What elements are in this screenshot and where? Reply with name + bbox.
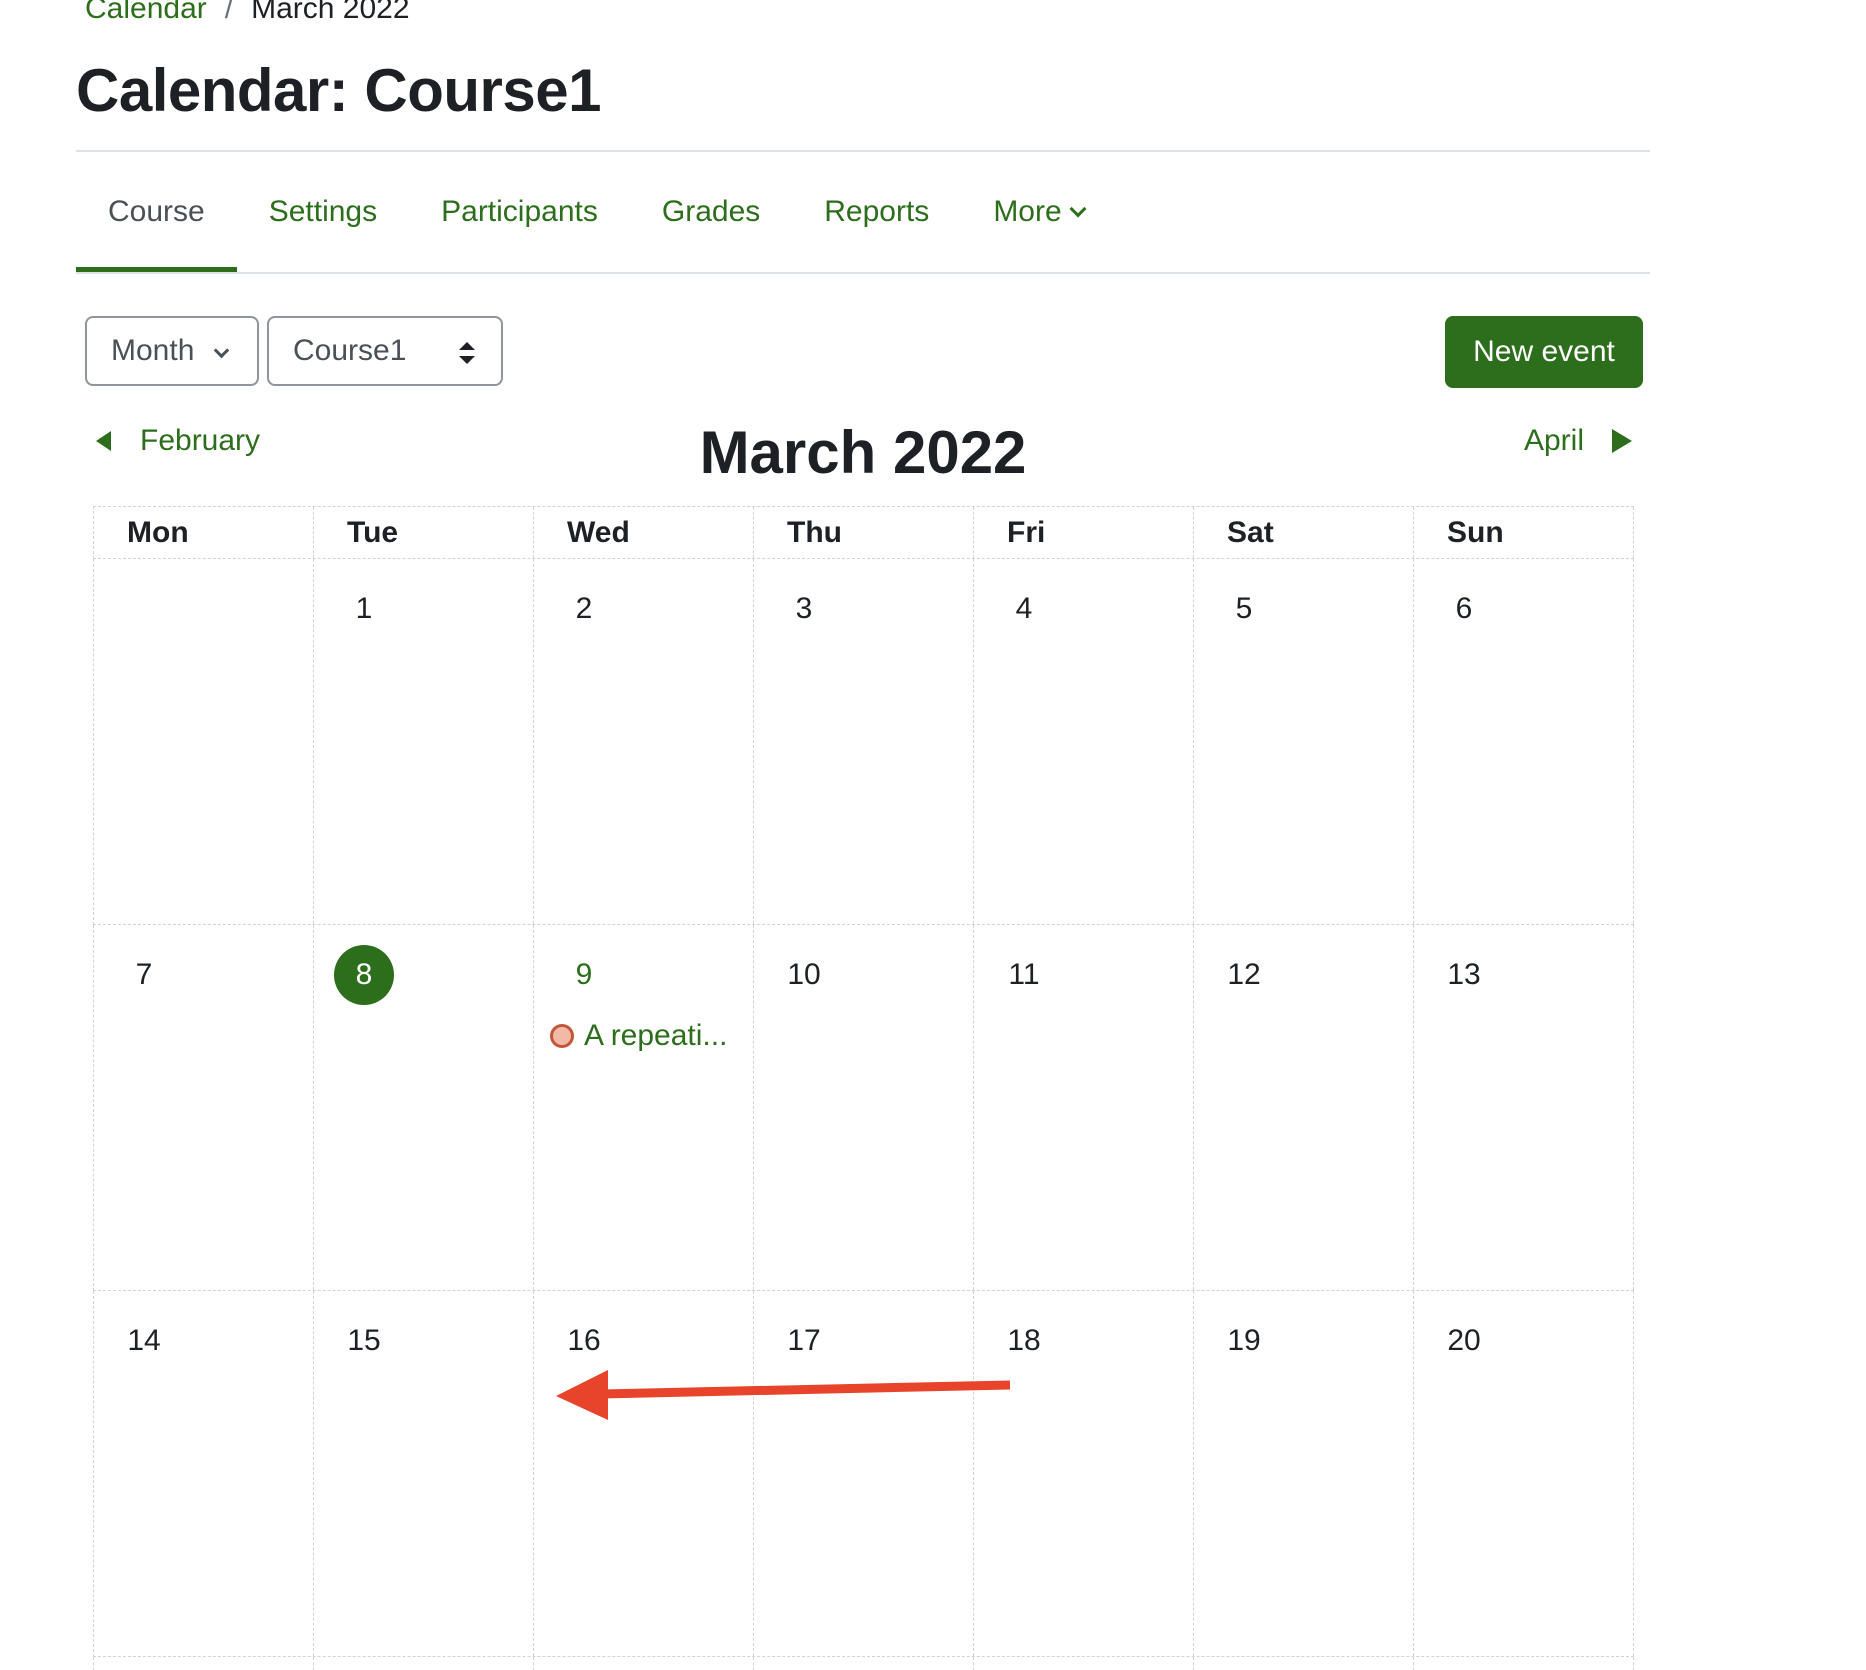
day-number: 19 [1227, 1324, 1261, 1357]
calendar-week-row: 1 2 3 4 5 6 [93, 559, 1634, 925]
view-select-value: Month [111, 334, 195, 367]
secondary-navigation: Course Settings Participants Grades Repo… [76, 186, 1116, 274]
day-number: 1 [355, 592, 373, 625]
day-of-week-header: Wed [534, 507, 754, 558]
page-title: Calendar: Course1 [76, 57, 602, 124]
day-of-week-header: Tue [314, 507, 534, 558]
calendar-week-row-partial [93, 1657, 1634, 1670]
day-cell[interactable]: 3 [754, 559, 974, 924]
day-number: 12 [1227, 958, 1261, 991]
course-select-value: Course1 [293, 334, 407, 367]
day-cell[interactable]: 12 [1194, 925, 1414, 1290]
tab-course[interactable]: Course [76, 186, 237, 272]
day-cell[interactable]: 17 [754, 1291, 974, 1656]
day-of-week-header: Fri [974, 507, 1194, 558]
nav-divider [76, 272, 1650, 274]
tab-participants-label: Participants [441, 195, 598, 228]
day-cell[interactable]: 10 [754, 925, 974, 1290]
tab-settings-label: Settings [268, 195, 378, 228]
day-number-link[interactable]: 9 [554, 945, 614, 1005]
day-cell-empty [94, 559, 314, 924]
event-title: A repeati... [584, 1019, 728, 1052]
day-cell[interactable]: 11 [974, 925, 1194, 1290]
day-number: 7 [135, 958, 153, 991]
day-of-week-header: Mon [94, 507, 314, 558]
day-cell[interactable]: 13 [1414, 925, 1634, 1290]
calendar-week-row: 7 8 9 A repeati... 10 11 12 13 [93, 925, 1634, 1291]
event-item[interactable]: A repeati... [550, 1019, 727, 1053]
next-month-label: April [1523, 424, 1584, 457]
day-cell [754, 1657, 974, 1670]
breadcrumb-calendar-link[interactable]: Calendar [85, 0, 207, 26]
course-select[interactable]: Course1 [267, 316, 503, 386]
day-cell[interactable]: 1 [314, 559, 534, 924]
day-number: 2 [575, 592, 593, 625]
day-cell [94, 1657, 314, 1670]
day-cell [314, 1657, 534, 1670]
day-cell [534, 1657, 754, 1670]
day-cell-today[interactable]: 8 [314, 925, 534, 1290]
triangle-right-icon [1612, 429, 1632, 453]
day-number: 11 [1008, 958, 1040, 991]
next-month-link[interactable]: April [1524, 424, 1632, 458]
day-cell[interactable]: 14 [94, 1291, 314, 1656]
annotation-arrow-icon [556, 1370, 1011, 1420]
view-select[interactable]: Month [85, 316, 259, 386]
day-cell[interactable]: 15 [314, 1291, 534, 1656]
day-cell [1414, 1657, 1634, 1670]
day-number: 4 [1015, 592, 1033, 625]
tab-more[interactable]: More [961, 186, 1115, 272]
tab-grades-label: Grades [661, 195, 761, 228]
day-of-week-header: Sun [1414, 507, 1634, 558]
tab-participants[interactable]: Participants [409, 186, 630, 272]
calendar-grid: Mon Tue Wed Thu Fri Sat Sun 1 2 3 4 5 6 … [93, 506, 1634, 1670]
chevron-down-icon [213, 342, 230, 359]
day-number: 20 [1447, 1324, 1481, 1357]
breadcrumb-current: March 2022 [251, 0, 410, 25]
sort-updown-icon [459, 342, 475, 364]
day-number: 5 [1235, 592, 1253, 625]
day-cell[interactable]: 18 [974, 1291, 1194, 1656]
month-title: March 2022 [699, 419, 1027, 486]
day-cell [1194, 1657, 1414, 1670]
day-cell[interactable]: 20 [1414, 1291, 1634, 1656]
calendar-page: Calendar / March 2022 Calendar: Course1 … [0, 0, 1866, 1670]
calendar-week-row: 14 15 16 17 18 19 20 [93, 1291, 1634, 1657]
day-of-week-header: Thu [754, 507, 974, 558]
new-event-button[interactable]: New event [1445, 316, 1643, 388]
today-day-number: 8 [334, 945, 394, 1005]
day-cell[interactable]: 6 [1414, 559, 1634, 924]
calendar-header-row: Mon Tue Wed Thu Fri Sat Sun [93, 506, 1634, 559]
breadcrumb-separator: / [224, 0, 234, 25]
day-cell[interactable]: 5 [1194, 559, 1414, 924]
day-number: 15 [347, 1324, 381, 1357]
day-cell-with-event[interactable]: 9 A repeati... [534, 925, 754, 1290]
tab-settings[interactable]: Settings [237, 186, 409, 272]
event-course-dot-icon [550, 1024, 574, 1048]
day-cell[interactable]: 2 [534, 559, 754, 924]
tab-reports[interactable]: Reports [792, 186, 961, 272]
day-cell [974, 1657, 1194, 1670]
day-number: 13 [1447, 958, 1481, 991]
tab-reports-label: Reports [824, 195, 930, 228]
day-number: 14 [127, 1324, 161, 1357]
chevron-down-icon [1069, 200, 1087, 218]
day-cell[interactable]: 19 [1194, 1291, 1414, 1656]
day-number: 3 [795, 592, 813, 625]
day-number: 10 [787, 958, 821, 991]
tab-grades[interactable]: Grades [630, 186, 792, 272]
day-of-week-header: Sat [1194, 507, 1414, 558]
tab-course-label: Course [108, 195, 205, 228]
breadcrumb: Calendar / March 2022 [85, 0, 410, 26]
day-cell[interactable]: 4 [974, 559, 1194, 924]
header-divider [76, 150, 1650, 152]
day-cell[interactable]: 16 [534, 1291, 754, 1656]
tab-more-label: More [993, 195, 1062, 228]
day-cell[interactable]: 7 [94, 925, 314, 1290]
day-number: 6 [1455, 592, 1473, 625]
